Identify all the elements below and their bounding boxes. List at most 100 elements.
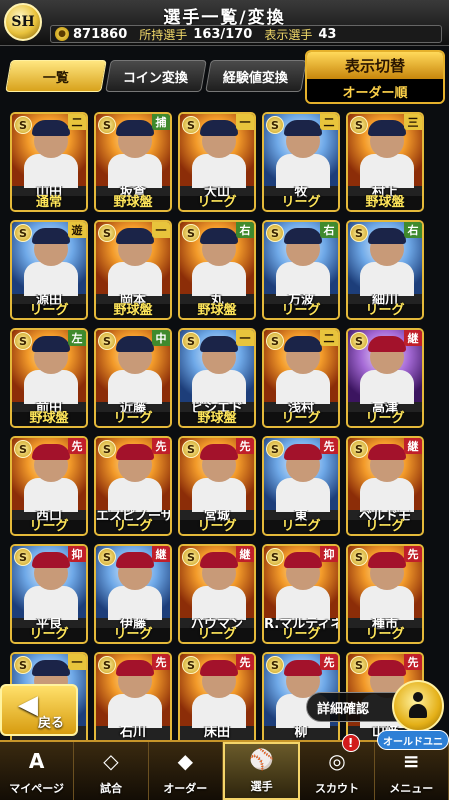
rank-s-icon: S [98,656,116,674]
player-card[interactable]: S 継伊藤 リーグ [94,544,172,644]
rank-s-icon: S [350,224,368,242]
position-badge: 抑 [320,546,338,562]
player-type: 野球盤 [96,196,170,210]
tab-exp-convert[interactable]: 経験値変換 [205,60,307,92]
player-type: リーグ [180,520,254,534]
player-type: 通常 [12,196,86,210]
menu-icon: ≡ [402,749,420,773]
player-card[interactable]: S 一大山 リーグ [178,112,256,212]
player-card[interactable]: S 二浅村 リーグ [262,328,340,428]
player-card[interactable]: S 三村上 野球盤 [346,112,424,212]
player-card[interactable]: S 一岡本 野球盤 [94,220,172,320]
player-type: リーグ [180,628,254,642]
tab-list-label: 一覧 [42,70,69,86]
position-badge: 継 [152,546,170,562]
display-label: 表示選手 [264,27,313,42]
player-card[interactable]: S 右丸野球盤 [178,220,256,320]
position-badge: 先 [152,654,170,670]
position-badge: 一 [152,222,170,238]
display-toggle-button[interactable]: 表示切替 オーダー順 [305,50,445,104]
position-badge: 先 [236,654,254,670]
game-icon: ◇ [103,749,119,773]
player-card[interactable]: S 遊源田 リーグ [10,220,88,320]
player-card[interactable]: S 継バウマン リーグ [178,544,256,644]
tab-list[interactable]: 一覧 [5,60,107,92]
rank-s-icon: S [14,656,32,674]
player-type: リーグ [264,412,338,426]
nav-mypage[interactable]: A マイページ [0,742,75,800]
player-card[interactable]: S 先宮城 リーグ [178,436,256,536]
player-card[interactable]: S 右万波 リーグ [262,220,340,320]
back-arrow-icon: ◀ [18,690,38,720]
rank-s-icon: S [98,548,116,566]
stats-bar: ● 871860 所持選手 163/170 表示選手 43 [50,25,442,43]
display-value: 43 [318,26,337,42]
header-bar: SH 選手一覧/変換 ● 871860 所持選手 163/170 表示選手 43 [0,0,449,46]
tab-coin-convert-label: コイン変換 [123,70,189,86]
nav-label: 試合 [99,782,122,795]
player-card[interactable]: S 先床田 [178,652,256,752]
position-badge: 三 [404,114,422,130]
notification-badge: ! [341,734,360,752]
player-name: 石川 [119,726,146,740]
position-badge: 先 [236,438,254,454]
position-badge: 中 [152,330,170,346]
detail-confirm-label: 詳細確認 [317,701,370,717]
player-card[interactable]: S 先エスピノーザ リーグ [94,436,172,536]
rank-s-icon: S [266,332,284,350]
rank-s-icon: S [182,548,200,566]
player-type: リーグ [96,628,170,642]
player-type: リーグ [96,520,170,534]
player-type: 野球盤 [96,304,170,318]
player-card[interactable]: S 抑平良 リーグ [10,544,88,644]
position-badge: 一 [236,330,254,346]
player-card[interactable]: S 右細川 リーグ [346,220,424,320]
player-type: 野球盤 [180,412,254,426]
rank-s-icon: S [14,224,32,242]
position-badge: 継 [236,546,254,562]
position-badge: 先 [404,546,422,562]
player-card[interactable]: S 継ベルドモ リーグ [346,436,424,536]
player-type: 野球盤 [180,304,254,318]
position-badge: 抑 [68,546,86,562]
nav-players[interactable]: ⚾ 選手 [222,742,301,800]
player-type: リーグ [12,304,86,318]
nav-order[interactable]: ◆ オーダー [149,742,223,800]
owned-label: 所持選手 [139,27,188,42]
player-card[interactable]: S 中近藤 リーグ [94,328,172,428]
tab-coin-convert[interactable]: コイン変換 [105,60,207,92]
player-card[interactable]: S抑R.マルティネスリーグ [262,544,340,644]
coin-count: 871860 [73,26,128,42]
position-badge: 先 [404,654,422,670]
rank-s-icon: S [98,224,116,242]
rank-s-icon: S [350,332,368,350]
player-card[interactable]: S 二山田 通常 [10,112,88,212]
player-type: リーグ [12,628,86,642]
back-button[interactable]: ◀ 戻る [0,684,78,736]
player-card[interactable]: S 継高津 リーグ [346,328,424,428]
position-badge: 一 [68,654,86,670]
nav-menu[interactable]: ≡ メニュー [375,742,449,800]
rank-s-icon: S [14,548,32,566]
player-type: リーグ [348,520,422,534]
back-label: 戻る [38,716,65,731]
player-card[interactable]: S 先東リーグ [262,436,340,536]
player-card[interactable]: S 一ビシエド 野球盤 [178,328,256,428]
coin-icon: ● [55,27,69,41]
player-grid: S 二山田 通常 S 捕坂倉 野球盤 S 一大山 リーグ S 二牧リーグ S 三村上 野球盤 S 遊源田 リーグ… [10,112,442,752]
rank-s-icon: S [182,440,200,458]
player-type: リーグ [348,628,422,642]
nav-game[interactable]: ◇ 試合 [74,742,149,800]
player-card[interactable]: S 二牧リーグ [262,112,340,212]
nav-scout[interactable]: ◎ スカウト! [300,734,375,800]
player-detail-icon[interactable] [392,680,444,732]
player-card[interactable]: S 先西口 リーグ [10,436,88,536]
player-type: リーグ [96,412,170,426]
player-card[interactable]: S 左前田 野球盤 [10,328,88,428]
player-card[interactable]: S 先石川 [94,652,172,752]
rank-s-icon: S [14,440,32,458]
rank-s-icon: S [266,224,284,242]
player-card[interactable]: S 捕坂倉 野球盤 [94,112,172,212]
position-badge: 右 [320,222,338,238]
player-card[interactable]: S 先種市 リーグ [346,544,424,644]
